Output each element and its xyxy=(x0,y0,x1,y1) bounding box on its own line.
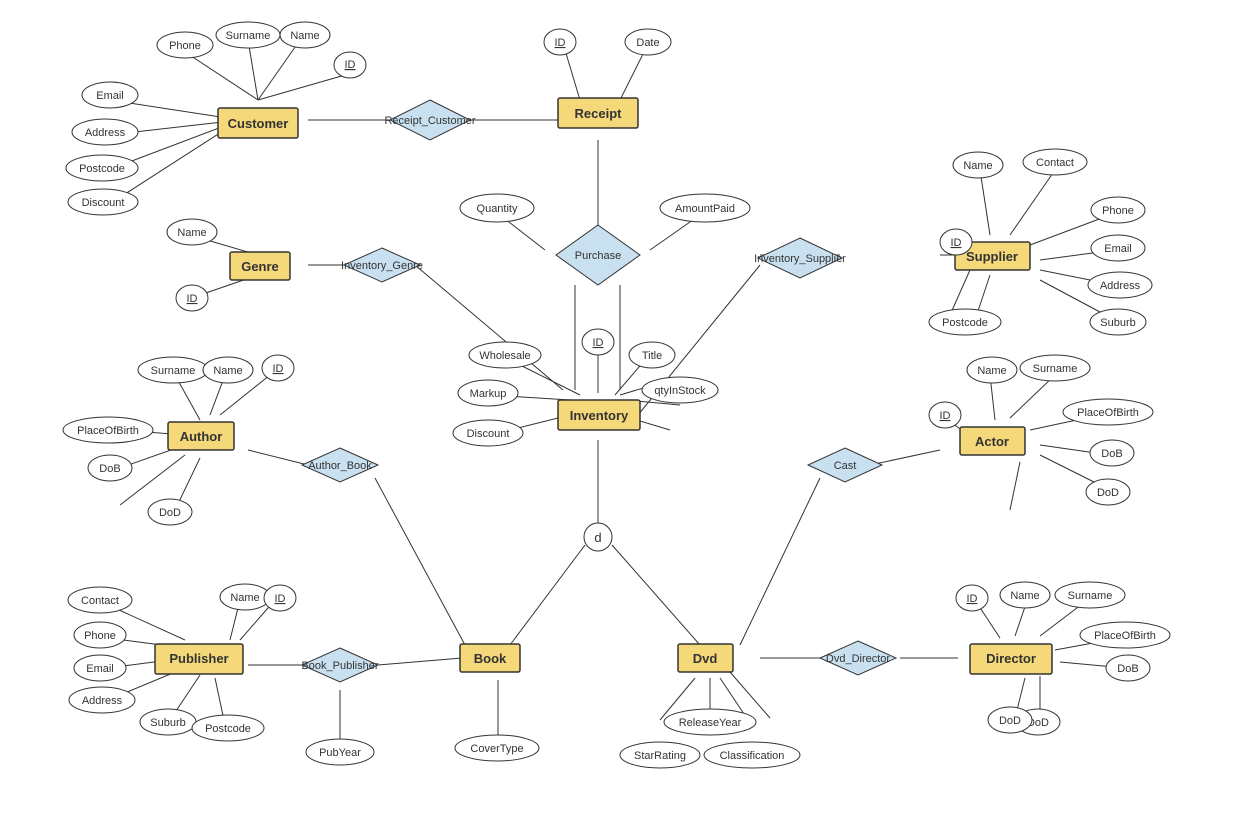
attr-releaseyear: ReleaseYear xyxy=(679,717,742,729)
attr-date: Date xyxy=(636,37,659,49)
attr-dod-author: DoD xyxy=(159,507,181,519)
attr-discount-inv: Discount xyxy=(467,428,510,440)
dvd-director-rel: Dvd_Director xyxy=(826,653,891,665)
attr-quantity: Quantity xyxy=(477,203,518,215)
attr-classification: Classification xyxy=(720,750,785,762)
attr-address-pub: Address xyxy=(82,695,123,707)
attr-surname-actor: Surname xyxy=(1033,363,1078,375)
attr-phone: Phone xyxy=(169,40,201,52)
attr-suburb-supplier: Suburb xyxy=(1100,317,1135,329)
attr-postcode-pub: Postcode xyxy=(205,723,251,735)
genre-entity: Genre xyxy=(241,259,279,274)
customer-entity: Customer xyxy=(228,116,289,131)
author-entity: Author xyxy=(180,429,223,444)
attr-address: Address xyxy=(85,127,126,139)
attr-id-actor: ID xyxy=(940,410,951,422)
attr-email-supplier: Email xyxy=(1104,243,1132,255)
attr-postcode: Postcode xyxy=(79,163,125,175)
receipt-customer-rel: Receipt_Customer xyxy=(384,115,475,127)
attr-address-supplier: Address xyxy=(1100,280,1141,292)
discriminator-circle: d xyxy=(594,530,601,545)
attr-postcode-supplier: Postcode xyxy=(942,317,988,329)
attr-id-supplier: ID xyxy=(951,237,962,249)
actor-entity: Actor xyxy=(975,434,1009,449)
attr-dob-author: DoB xyxy=(99,463,120,475)
attr-phone-supplier: Phone xyxy=(1102,205,1134,217)
attr-name-director: Name xyxy=(1010,590,1039,602)
attr-placeofbirth-director: PlaceOfBirth xyxy=(1094,630,1156,642)
attr-dod-actor: DoD xyxy=(1097,487,1119,499)
author-book-rel: Author_Book xyxy=(308,460,372,472)
attr-name-genre: Name xyxy=(177,227,206,239)
attr-suburb-pub: Suburb xyxy=(150,717,185,729)
attr-dob-director: DoB xyxy=(1117,663,1138,675)
inventory-entity: Inventory xyxy=(570,408,629,423)
attr-id-inv: ID xyxy=(593,337,604,349)
attr-name-actor: Name xyxy=(977,365,1006,377)
attr-name-author: Name xyxy=(213,365,242,377)
purchase-rel: Purchase xyxy=(575,250,621,262)
attr-email: Email xyxy=(96,90,124,102)
supplier-entity: Supplier xyxy=(966,249,1018,264)
book-publisher-rel: Book_Publisher xyxy=(301,660,378,672)
publisher-entity: Publisher xyxy=(169,651,228,666)
book-entity: Book xyxy=(474,651,507,666)
director-entity: Director xyxy=(986,651,1036,666)
attr-phone-pub: Phone xyxy=(84,630,116,642)
attr-placeofbirth-author: PlaceOfBirth xyxy=(77,425,139,437)
attr-surname-director: Surname xyxy=(1068,590,1113,602)
cast-rel: Cast xyxy=(834,460,857,472)
attr-starrating: StarRating xyxy=(634,750,686,762)
attr-name: Name xyxy=(290,30,319,42)
attr-contact-supplier: Contact xyxy=(1036,157,1074,169)
attr-title: Title xyxy=(642,350,662,362)
attr-id-author: ID xyxy=(273,363,284,375)
attr-name-supplier: Name xyxy=(963,160,992,172)
attr-dod2-director: DoD xyxy=(999,715,1021,727)
attr-email-pub: Email xyxy=(86,663,114,675)
dvd-entity: Dvd xyxy=(693,651,718,666)
attr-surname-author: Surname xyxy=(151,365,196,377)
attr-id-pub: ID xyxy=(275,593,286,605)
attr-dob-actor: DoB xyxy=(1101,448,1122,460)
inventory-supplier-rel: Inventory_Supplier xyxy=(754,253,846,265)
attr-placeofbirth-actor: PlaceOfBirth xyxy=(1077,407,1139,419)
attr-qtyinstock: qtyInStock xyxy=(654,385,706,397)
attr-name-pub: Name xyxy=(230,592,259,604)
inventory-genre-rel: Inventory_Genre xyxy=(341,260,423,272)
attr-amountpaid: AmountPaid xyxy=(675,203,735,215)
attr-id-customer: ID xyxy=(345,59,356,71)
attr-contact-pub: Contact xyxy=(81,595,119,607)
attr-wholesale: Wholesale xyxy=(479,350,530,362)
receipt-entity: Receipt xyxy=(575,106,623,121)
attr-covertype: CoverType xyxy=(470,743,523,755)
attr-id-director: ID xyxy=(967,593,978,605)
attr-markup: Markup xyxy=(470,388,507,400)
attr-id-genre: ID xyxy=(187,293,198,305)
attr-id-receipt: ID xyxy=(555,37,566,49)
attr-pubyear: PubYear xyxy=(319,747,361,759)
attr-surname: Surname xyxy=(226,30,271,42)
attr-discount: Discount xyxy=(82,197,125,209)
